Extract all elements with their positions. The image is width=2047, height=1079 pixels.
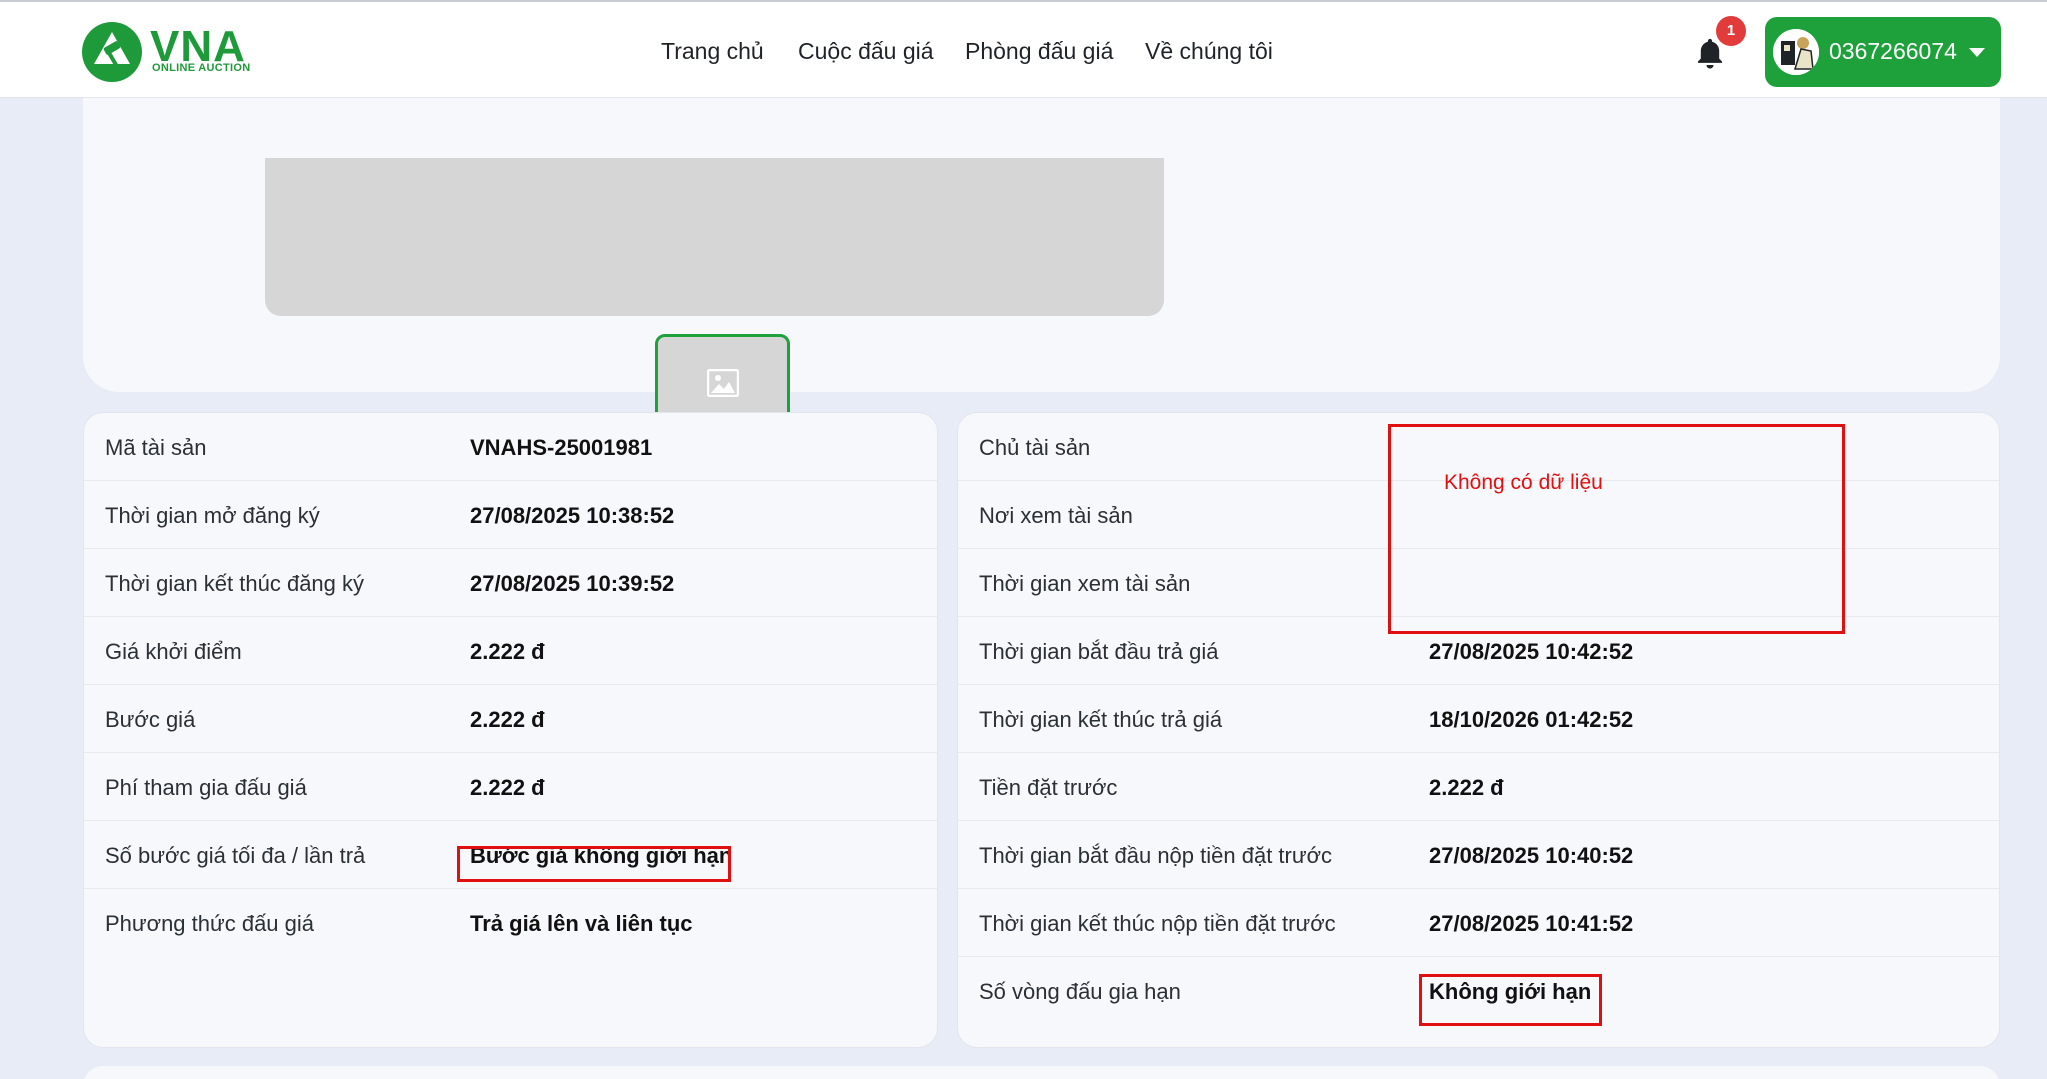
detail-label: Số bước giá tối đa / lần trả <box>105 843 366 868</box>
detail-value: Trả giá lên và liên tục <box>470 911 693 936</box>
detail-value: 27/08/2025 10:39:52 <box>470 571 675 596</box>
detail-row: Thời gian mở đăng ký 27/08/2025 10:38:52 <box>84 481 937 549</box>
no-data-text: Không có dữ liệu <box>1444 471 1603 494</box>
detail-label: Thời gian kết thúc trả giá <box>979 707 1223 732</box>
detail-value: VNAHS-25001981 <box>470 435 653 460</box>
user-phone: 0367266074 <box>1829 38 1957 64</box>
avatar <box>1773 29 1819 75</box>
detail-label: Thời gian kết thúc nộp tiền đặt trước <box>979 911 1336 936</box>
detail-row: Mã tài sản VNAHS-25001981 <box>84 413 937 481</box>
no-data-annotation: Không có dữ liệu <box>1388 424 1845 634</box>
top-navbar: VNA ONLINE AUCTION Trang chủ Cuộc đấu gi… <box>0 0 2047 98</box>
image-placeholder-icon <box>707 369 739 397</box>
detail-label: Thời gian xem tài sản <box>979 571 1191 596</box>
nav-home[interactable]: Trang chủ <box>661 38 764 65</box>
detail-value: 27/08/2025 10:40:52 <box>1429 843 1634 868</box>
image-gallery-card <box>83 60 2000 434</box>
detail-value: 27/08/2025 10:38:52 <box>470 503 675 528</box>
detail-label: Tiền đặt trước <box>979 775 1118 800</box>
detail-row: Giá khởi điểm 2.222 đ <box>84 617 937 685</box>
detail-value: 18/10/2026 01:42:52 <box>1429 707 1634 732</box>
detail-label: Thời gian kết thúc đăng ký <box>105 571 365 596</box>
detail-value: 27/08/2025 10:42:52 <box>1429 639 1634 664</box>
detail-value: 27/08/2025 10:41:52 <box>1429 911 1634 936</box>
notification-badge: 1 <box>1716 16 1746 46</box>
detail-label: Thời gian bắt đầu nộp tiền đặt trước <box>979 843 1333 868</box>
detail-label: Phí tham gia đấu giá <box>105 775 307 800</box>
detail-row: Tiền đặt trước 2.222 đ <box>958 753 1999 821</box>
detail-label: Thời gian bắt đầu trả giá <box>979 639 1219 664</box>
detail-row: Bước giá 2.222 đ <box>84 685 937 753</box>
detail-value: Bước giá không giới hạn <box>470 843 733 868</box>
detail-value: 2.222 đ <box>470 707 545 732</box>
detail-label: Số vòng đấu gia hạn <box>979 979 1181 1004</box>
user-menu-button[interactable]: 0367266074 <box>1765 17 2001 87</box>
chevron-down-icon <box>1969 48 1985 57</box>
detail-label: Bước giá <box>105 707 196 732</box>
nav-auctions[interactable]: Cuộc đấu giá <box>798 38 934 65</box>
detail-label: Chủ tài sản <box>979 435 1091 460</box>
detail-value: 2.222 đ <box>470 775 545 800</box>
main-nav: Trang chủ Cuộc đấu giá Phòng đấu giá Về … <box>0 2 2047 100</box>
avatar-image <box>1773 29 1819 75</box>
detail-label: Nơi xem tài sản <box>979 503 1133 528</box>
nav-auction-rooms[interactable]: Phòng đấu giá <box>965 38 1113 65</box>
detail-value: Không giới hạn <box>1429 979 1592 1004</box>
detail-value: 2.222 đ <box>470 639 545 664</box>
detail-label: Mã tài sản <box>105 435 207 460</box>
detail-label: Phương thức đấu giá <box>105 911 315 936</box>
main-asset-image <box>265 158 1164 316</box>
detail-row: Thời gian kết thúc nộp tiền đặt trước 27… <box>958 889 1999 957</box>
detail-row: Thời gian kết thúc trả giá 18/10/2026 01… <box>958 685 1999 753</box>
detail-row: Phí tham gia đấu giá 2.222 đ <box>84 753 937 821</box>
detail-value: 2.222 đ <box>1429 775 1504 800</box>
detail-label: Giá khởi điểm <box>105 639 242 664</box>
detail-row: Số bước giá tối đa / lần trả Bước giá kh… <box>84 821 937 889</box>
asset-info-card: Mã tài sản VNAHS-25001981 Thời gian mở đ… <box>83 412 938 1048</box>
detail-row: Thời gian kết thúc đăng ký 27/08/2025 10… <box>84 549 937 617</box>
detail-row: Số vòng đấu gia hạn Không giới hạn <box>958 957 1999 1025</box>
next-section-card <box>83 1066 2000 1079</box>
nav-about-us[interactable]: Về chúng tôi <box>1145 38 1273 65</box>
detail-row: Thời gian bắt đầu nộp tiền đặt trước 27/… <box>958 821 1999 889</box>
detail-label: Thời gian mở đăng ký <box>105 503 320 528</box>
detail-row: Phương thức đấu giá Trả giá lên và liên … <box>84 889 937 957</box>
